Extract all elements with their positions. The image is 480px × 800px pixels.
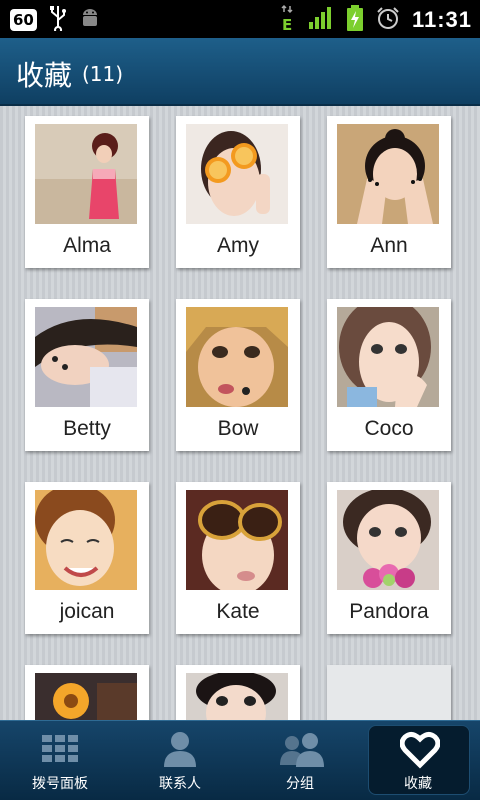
contact-name: Pandora [349, 600, 429, 623]
contact-card-betty[interactable]: Betty [25, 299, 149, 451]
contact-card-joican[interactable]: joican [25, 482, 149, 634]
tab-label: 拨号面板 [32, 776, 88, 792]
contact-photo [186, 673, 288, 720]
contact-photo [35, 124, 137, 224]
page-title: 收藏 [16, 59, 73, 92]
contact-name: Kate [216, 600, 260, 623]
contact-name: Bow [217, 417, 259, 440]
network-type-label: E [282, 16, 292, 32]
contact-card-pandora[interactable]: Pandora [327, 482, 451, 634]
bottom-tab-bar: 拨号面板 联系人 分组 收藏 [0, 720, 480, 800]
status-bar: 60 E 11:31 [0, 0, 480, 38]
contact-photo-placeholder [337, 673, 439, 720]
contact-card-11[interactable] [176, 665, 300, 720]
android-debug-icon [79, 7, 101, 33]
notification-badge: 60 [10, 9, 37, 31]
contact-name: Betty [63, 417, 111, 440]
tab-groups[interactable]: 分组 [240, 721, 360, 800]
usb-icon [47, 5, 69, 35]
contact-photo [35, 307, 137, 407]
edge-network-icon: E [280, 4, 296, 36]
contact-name: Ann [370, 234, 408, 257]
contact-photo [186, 124, 288, 224]
contact-card-amy[interactable]: Amy [176, 116, 300, 268]
contact-photo [186, 307, 288, 407]
battery-charging-icon [346, 4, 364, 36]
contact-photo [186, 490, 288, 590]
contact-card-alma[interactable]: Alma [25, 116, 149, 268]
header-bar: 收藏 (11) [0, 38, 480, 106]
group-icon [280, 729, 324, 769]
person-icon [160, 729, 200, 769]
contact-photo [337, 490, 439, 590]
tab-dialpad[interactable]: 拨号面板 [0, 721, 120, 800]
tab-label: 分组 [286, 776, 314, 792]
contact-photo [337, 124, 439, 224]
favorites-grid[interactable]: Alma Amy Ann Betty Bow Coco joican Kate … [0, 106, 480, 720]
signal-strength-icon [308, 6, 334, 34]
contact-card-12[interactable] [327, 665, 451, 720]
contact-card-ann[interactable]: Ann [327, 116, 451, 268]
contact-card-coco[interactable]: Coco [327, 299, 451, 451]
contact-photo [35, 673, 137, 720]
contact-name: Alma [63, 234, 111, 257]
contact-photo [35, 490, 137, 590]
alarm-clock-icon [376, 6, 400, 34]
contact-photo [337, 307, 439, 407]
tab-label: 收藏 [404, 776, 432, 792]
contact-name: Coco [364, 417, 414, 440]
dialpad-icon [40, 729, 80, 769]
favorites-count: (11) [82, 62, 124, 86]
contact-name: joican [59, 600, 115, 623]
clock: 11:31 [411, 7, 472, 32]
contact-card-10[interactable] [25, 665, 149, 720]
tab-contacts[interactable]: 联系人 [120, 721, 240, 800]
tab-favorites[interactable]: 收藏 [364, 721, 480, 800]
contact-name: Amy [217, 234, 259, 257]
tab-label: 联系人 [159, 776, 201, 792]
contact-card-bow[interactable]: Bow [176, 299, 300, 451]
heart-icon [399, 729, 441, 769]
contact-card-kate[interactable]: Kate [176, 482, 300, 634]
